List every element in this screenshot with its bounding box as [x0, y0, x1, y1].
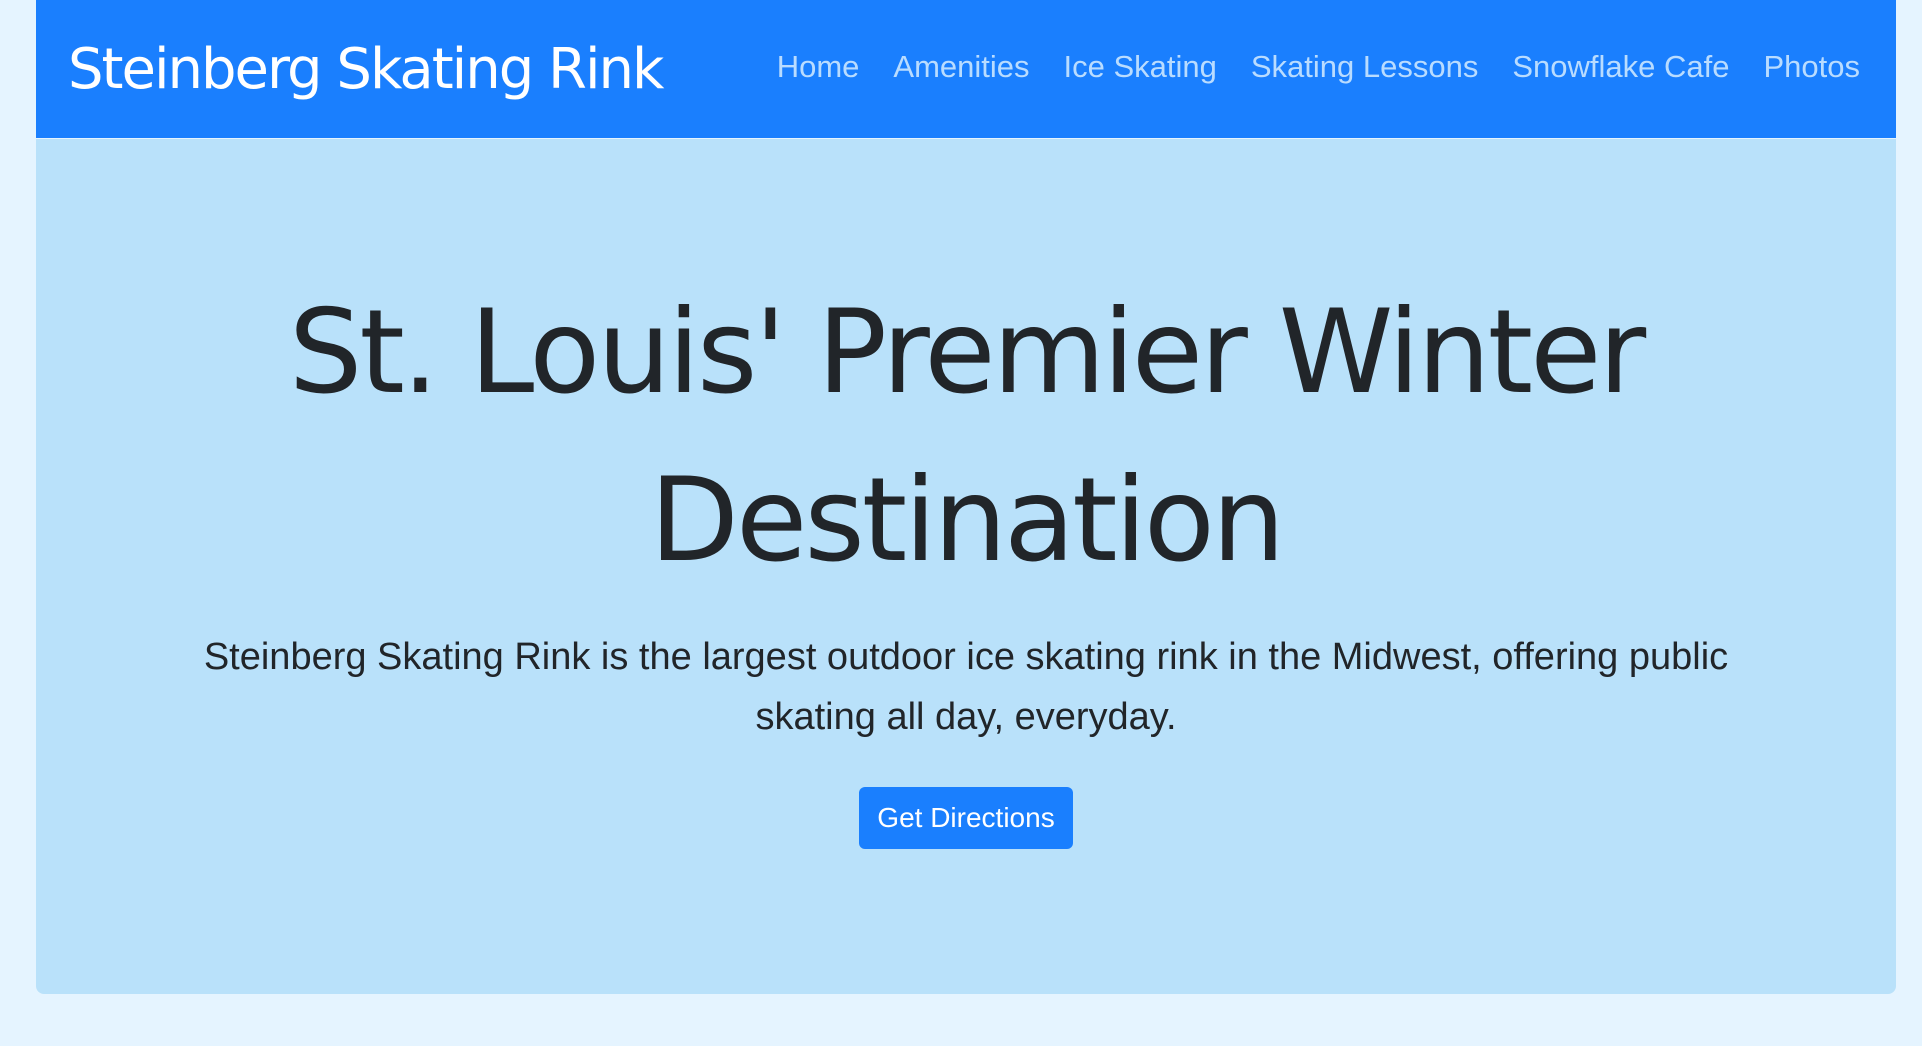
navbar: Steinberg Skating Rink Home Amenities Ic… [36, 0, 1896, 138]
nav-link-skating-lessons[interactable]: Skating Lessons [1251, 49, 1478, 85]
brand-link[interactable]: Steinberg Skating Rink [68, 37, 664, 102]
hero-description: Steinberg Skating Rink is the largest ou… [203, 636, 1729, 738]
nav-link-ice-skating[interactable]: Ice Skating [1064, 49, 1217, 85]
hero-section: St. Louis' Premier Winter Destination St… [36, 139, 1896, 994]
nav-link-photos[interactable]: Photos [1763, 49, 1860, 85]
get-directions-button[interactable]: Get Directions [859, 787, 1073, 849]
nav-link-home[interactable]: Home [777, 49, 860, 85]
hero-title: St. Louis' Premier Winter Destination [288, 285, 1646, 588]
nav-links: Home Amenities Ice Skating Skating Lesso… [777, 49, 1860, 85]
page-container: Steinberg Skating Rink Home Amenities Ic… [36, 0, 1896, 994]
nav-link-snowflake-cafe[interactable]: Snowflake Cafe [1512, 49, 1729, 85]
nav-link-amenities[interactable]: Amenities [893, 49, 1029, 85]
